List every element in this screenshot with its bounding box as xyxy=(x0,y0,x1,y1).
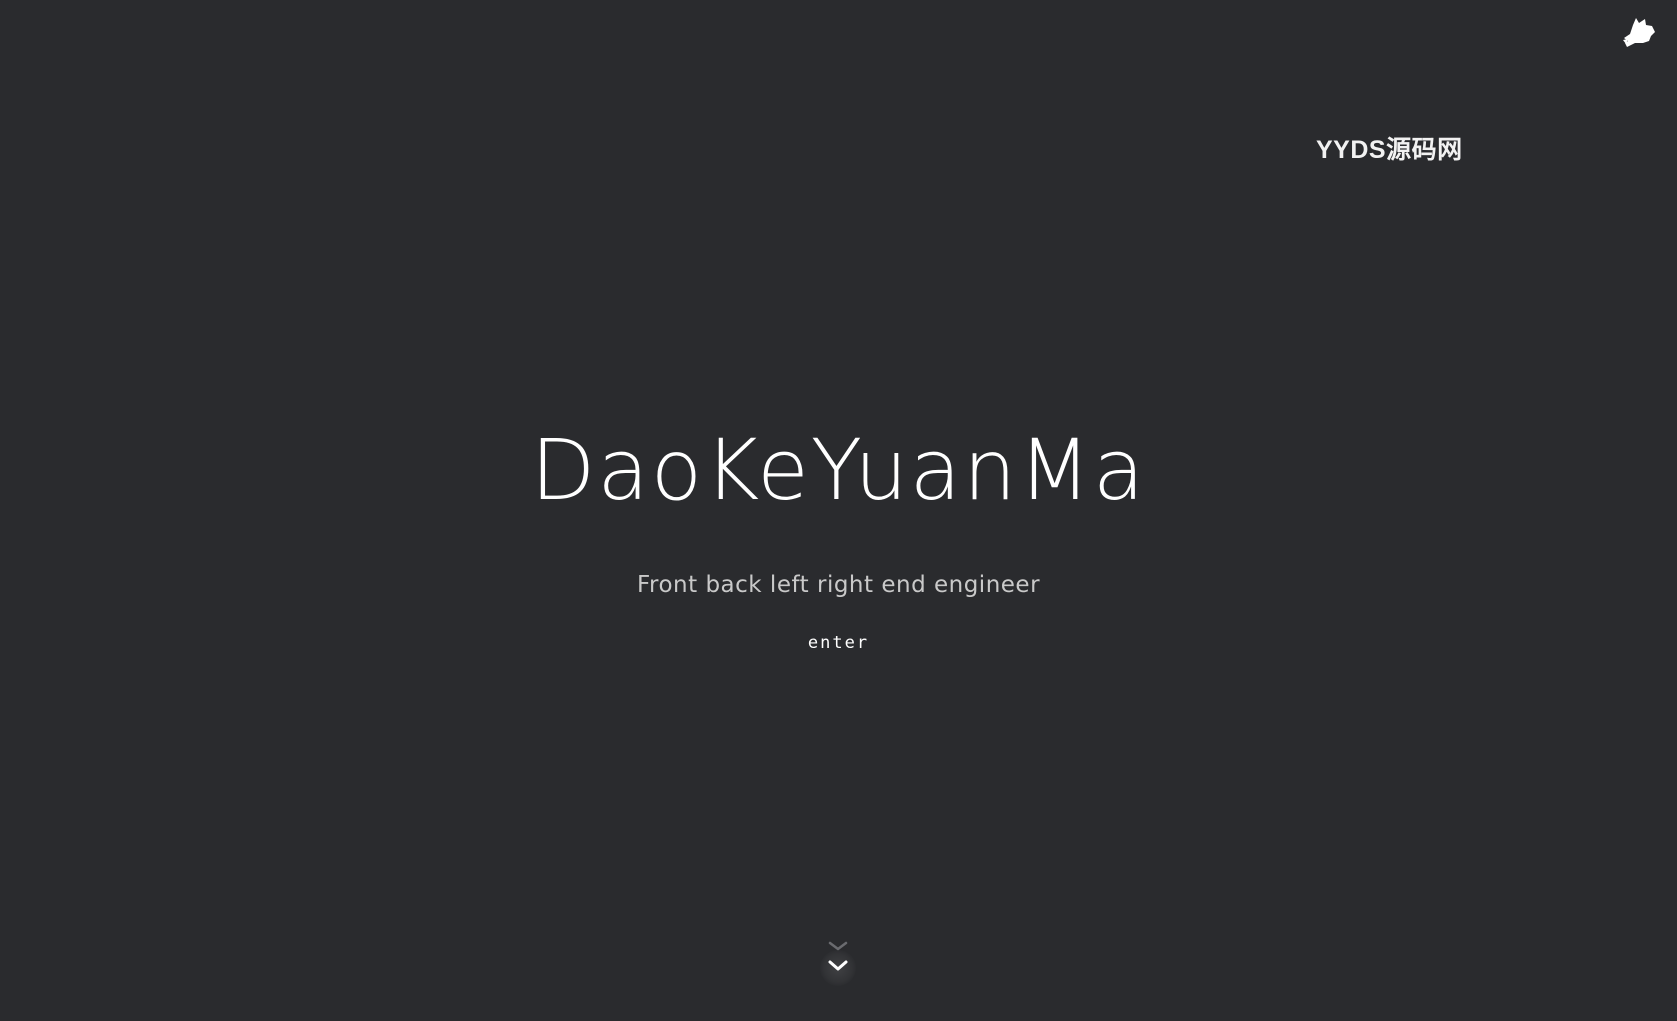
hero-section: DaoKeYuanMa Front back left right end en… xyxy=(0,420,1677,653)
page-subtitle: Front back left right end engineer xyxy=(636,572,1041,598)
watermark-text: YYDS源码网 xyxy=(1316,136,1463,164)
chevron-down-icon xyxy=(828,941,848,971)
cat-icon[interactable] xyxy=(1621,14,1657,48)
page-title: DaoKeYuanMa xyxy=(530,421,1147,519)
scroll-down-button[interactable] xyxy=(818,938,858,988)
enter-link[interactable]: enter xyxy=(808,633,869,653)
